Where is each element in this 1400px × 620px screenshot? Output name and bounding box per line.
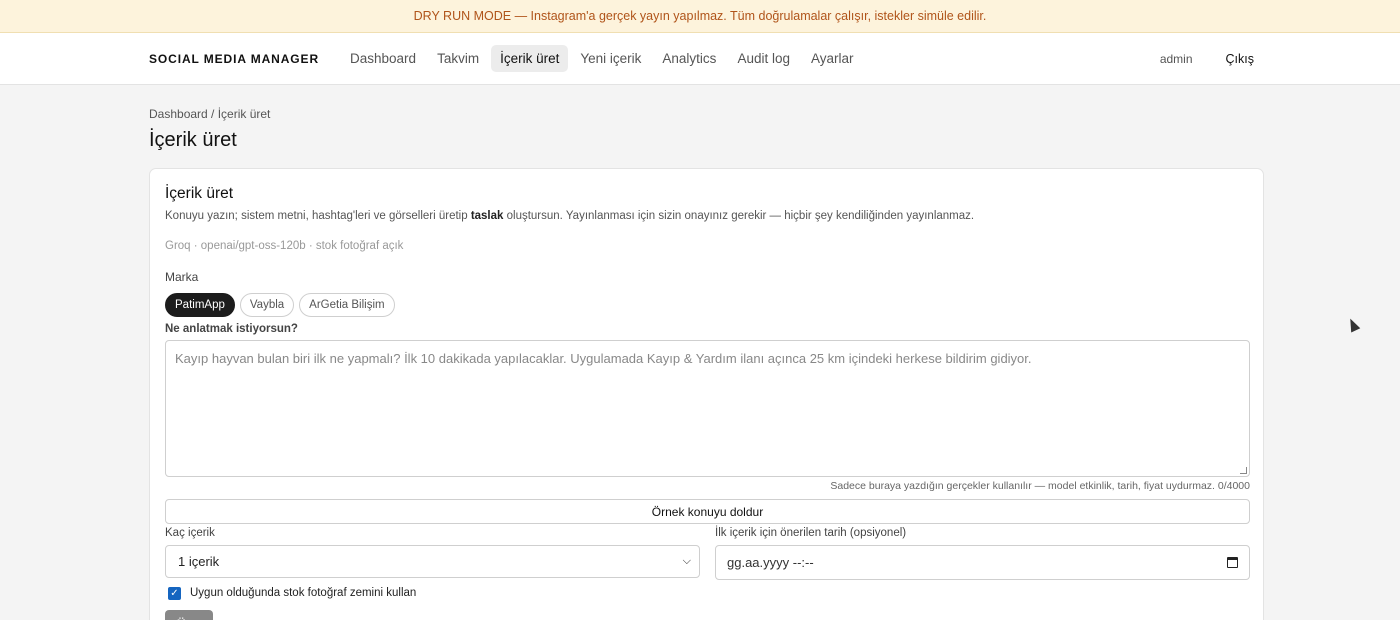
nav-item-ayarlar[interactable]: Ayarlar — [802, 45, 863, 72]
resize-handle-icon[interactable] — [1240, 467, 1247, 474]
date-column: İlk içerik için önerilen tarih (opsiyone… — [715, 527, 1250, 580]
model-meta: Groq · openai/gpt-oss-120b · stok fotoğr… — [165, 240, 404, 252]
calendar-icon[interactable] — [1227, 557, 1238, 568]
current-user: admin — [1159, 51, 1193, 66]
page-title: İçerik üret — [149, 129, 237, 151]
app-brand: SOCIAL MEDIA MANAGER — [149, 51, 320, 66]
dry-run-banner: DRY RUN MODE — Instagram'a gerçek yayın … — [0, 0, 1400, 33]
count-column: Kaç içerik 1 içerik ⌵ — [165, 527, 700, 580]
page-header: Dashboard / İçerik üret İçerik üret — [0, 85, 1400, 155]
mouse-cursor-icon — [1345, 316, 1361, 333]
date-input[interactable]: gg.aa.yyyy --:-- — [715, 545, 1250, 580]
count-select-value: 1 içerik — [178, 554, 220, 569]
nav-item-icerik-uret[interactable]: İçerik üret — [491, 45, 569, 72]
dry-run-banner-text: DRY RUN MODE — Instagram'a gerçek yayın … — [413, 9, 987, 23]
brand-chip-vaybla[interactable]: Vaybla — [239, 293, 295, 317]
logout-link[interactable]: Çıkış — [1226, 52, 1254, 66]
card-description: Konuyu yazın; sistem metni, hashtag'leri… — [165, 210, 1248, 222]
options-row: Kaç içerik 1 içerik ⌵ İlk içerik için ön… — [165, 527, 1250, 580]
topic-textarea[interactable]: Kayıp hayvan bulan biri ilk ne yapmalı? … — [165, 340, 1250, 477]
topic-label: Ne anlatmak istiyorsun? — [165, 323, 298, 335]
nav-item-dashboard[interactable]: Dashboard — [341, 45, 425, 72]
check-icon: ✓ — [170, 587, 179, 599]
content-generation-card: İçerik üret Konuyu yazın; sistem metni, … — [149, 168, 1264, 620]
nav-item-takvim[interactable]: Takvim — [428, 45, 488, 72]
top-navigation: SOCIAL MEDIA MANAGER Dashboard Takvim İç… — [0, 33, 1400, 85]
generate-button[interactable]: Üret — [165, 610, 214, 620]
topic-placeholder: Kayıp hayvan bulan biri ilk ne yapmalı? … — [175, 351, 1032, 366]
brand-chip-patimapp[interactable]: PatimApp — [165, 293, 235, 317]
brand-chip-argetia[interactable]: ArGetia Bilişim — [299, 293, 395, 317]
breadcrumb: Dashboard / İçerik üret — [149, 107, 271, 121]
stock-photo-checkbox[interactable]: ✓ — [168, 586, 181, 600]
chevron-down-icon: ⌵ — [682, 555, 691, 567]
brand-selector: PatimApp Vaybla ArGetia Bilişim — [165, 293, 1248, 317]
card-title: İçerik üret — [165, 185, 234, 202]
count-label: Kaç içerik — [165, 527, 215, 539]
date-label: İlk içerik için önerilen tarih (opsiyone… — [715, 527, 907, 539]
count-select[interactable]: 1 içerik ⌵ — [165, 545, 700, 578]
date-placeholder: gg.aa.yyyy --:-- — [727, 555, 814, 570]
card-description-start: Konuyu yazın; sistem metni, hashtag'leri… — [165, 210, 471, 222]
card-description-end: oluştursun. Yayınlanması için sizin onay… — [503, 210, 975, 222]
card-description-bold: taslak — [470, 210, 504, 222]
stock-photo-option: ✓ Uygun olduğunda stok fotoğraf zemini k… — [168, 585, 1248, 601]
stock-photo-label[interactable]: Uygun olduğunda stok fotoğraf zemini kul… — [190, 587, 416, 599]
brand-label: Marka — [165, 270, 199, 284]
nav-item-yeni-icerik[interactable]: Yeni içerik — [571, 45, 650, 72]
nav-item-analytics[interactable]: Analytics — [653, 45, 725, 72]
nav-item-audit-log[interactable]: Audit log — [728, 45, 799, 72]
topic-hint: Sadece buraya yazdığın gerçekler kullanı… — [830, 480, 1250, 492]
fill-sample-button[interactable]: Örnek konuyu doldur — [165, 499, 1250, 524]
